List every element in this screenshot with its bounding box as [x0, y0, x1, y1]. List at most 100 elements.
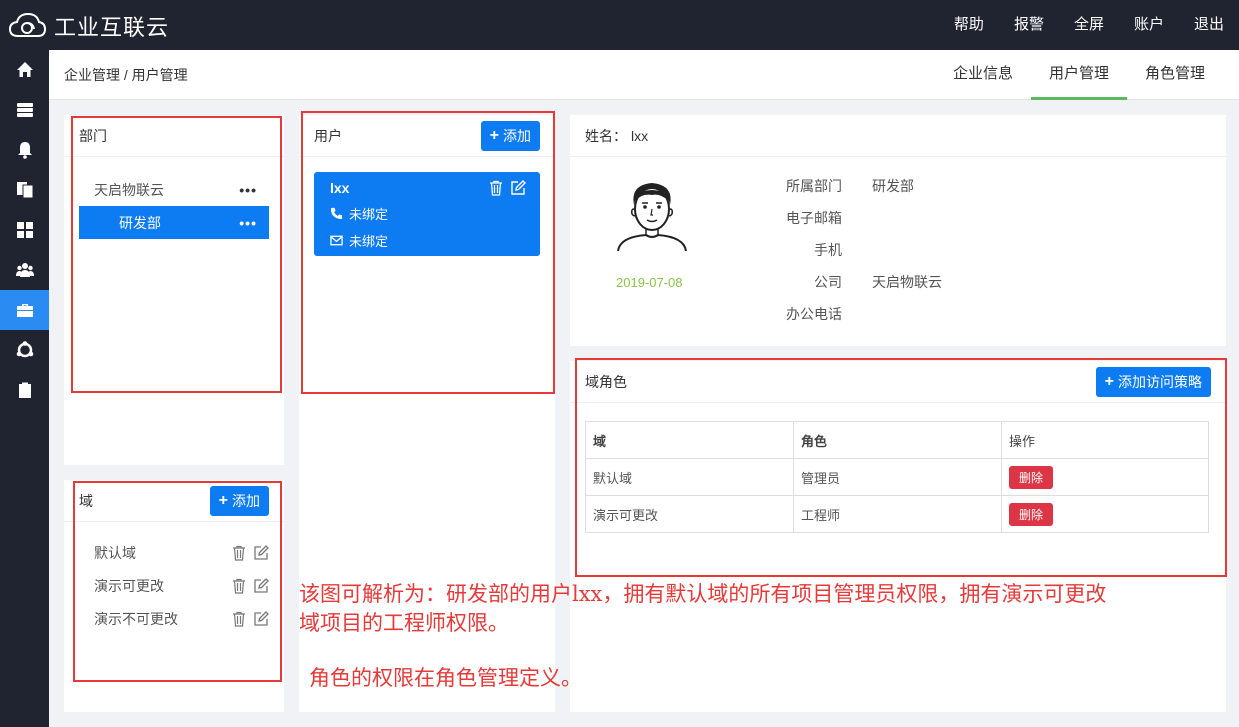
- more-icon[interactable]: •••: [239, 215, 257, 231]
- domain-item-label: 演示可更改: [94, 577, 164, 594]
- department-panel-header: 部门: [64, 115, 284, 157]
- dept-label: 所属部门: [786, 178, 842, 194]
- domain-title: 域: [79, 492, 93, 509]
- plus-icon: +: [218, 492, 228, 509]
- dept-item-rnd[interactable]: 研发部 •••: [79, 206, 269, 239]
- edit-icon[interactable]: [253, 610, 269, 627]
- domain-item-label: 默认域: [94, 544, 136, 561]
- edit-icon[interactable]: [253, 577, 269, 594]
- account-link[interactable]: 账户: [1119, 0, 1179, 50]
- col-action: 操作: [1001, 421, 1209, 459]
- sidebar-item-alarm[interactable]: [0, 130, 49, 170]
- sidebar: [0, 50, 49, 727]
- edit-icon[interactable]: [253, 544, 269, 561]
- col-role: 角色: [793, 421, 1002, 459]
- mobile-label: 手机: [814, 242, 842, 258]
- fullscreen-link[interactable]: 全屏: [1059, 0, 1119, 50]
- grid-icon: [16, 222, 33, 238]
- add-domain-label: 添加: [232, 493, 260, 509]
- plus-icon: +: [1104, 373, 1114, 390]
- tab-role-management[interactable]: 角色管理: [1127, 50, 1223, 100]
- plus-icon: +: [489, 127, 499, 144]
- trash-icon[interactable]: [231, 545, 247, 561]
- sidebar-item-enterprise[interactable]: [0, 290, 49, 330]
- dept-item-root[interactable]: 天启物联云 •••: [79, 173, 269, 206]
- envelope-icon: [330, 235, 343, 246]
- dept-item-label: 天启物联云: [94, 181, 164, 198]
- sidebar-item-tasks[interactable]: [0, 370, 49, 410]
- help-link[interactable]: 帮助: [939, 0, 999, 50]
- domain-actions: [231, 577, 269, 594]
- company-label: 公司: [814, 274, 842, 290]
- users-icon: [15, 263, 34, 277]
- email-label: 电子邮箱: [786, 210, 842, 226]
- add-access-policy-button[interactable]: + 添加访问策略: [1095, 367, 1211, 397]
- sidebar-item-documents[interactable]: [0, 170, 49, 210]
- sub-header: 企业管理 / 用户管理 企业信息 用户管理 角色管理: [49, 50, 1239, 100]
- annotation-text-line1: 该图可解析为：研发部的用户lxx，拥有默认域的所有项目管理员权限，拥有演示可更改: [299, 582, 1107, 606]
- domain-item[interactable]: 演示可更改: [64, 569, 284, 602]
- add-access-policy-label: 添加访问策略: [1118, 374, 1202, 390]
- dept-value: 研发部: [872, 178, 914, 194]
- company-value: 天启物联云: [872, 274, 942, 290]
- profile-panel-header: 姓名： lxx: [570, 115, 1226, 157]
- edit-icon[interactable]: [510, 180, 526, 196]
- department-panel: 部门 天启物联云 ••• 研发部 •••: [64, 115, 284, 465]
- clipboard-icon: [18, 382, 31, 398]
- profile-date: 2019-07-08: [616, 275, 683, 290]
- more-icon[interactable]: •••: [239, 182, 257, 198]
- domain-item-label: 演示不可更改: [94, 610, 178, 627]
- profile-panel: 姓名： lxx 2019-07-08 所属部门 研发部 电子邮箱 手机 公司 天…: [570, 115, 1226, 346]
- tab-bar: 企业信息 用户管理 角色管理: [935, 50, 1223, 100]
- sidebar-item-network[interactable]: [0, 330, 49, 370]
- row-domain: 演示可更改: [585, 495, 794, 533]
- app-logo[interactable]: 工业互联云: [8, 10, 169, 42]
- add-domain-button[interactable]: + 添加: [209, 486, 269, 516]
- tab-enterprise-info[interactable]: 企业信息: [935, 50, 1031, 100]
- bell-icon: [17, 142, 32, 159]
- logout-link[interactable]: 退出: [1179, 0, 1239, 50]
- tab-user-management[interactable]: 用户管理: [1030, 50, 1127, 100]
- trash-icon[interactable]: [231, 578, 247, 594]
- domain-panel-header: 域 + 添加: [64, 480, 284, 522]
- user-card-actions: [488, 180, 526, 196]
- briefcase-icon: [16, 304, 33, 317]
- server-icon: [16, 103, 33, 117]
- domain-item[interactable]: 演示不可更改: [64, 602, 284, 635]
- avatar: [617, 183, 687, 252]
- delete-button[interactable]: 删除: [1009, 465, 1054, 489]
- profile-name: lxx: [631, 127, 649, 144]
- delete-button[interactable]: 删除: [1009, 502, 1054, 526]
- network-icon: [16, 341, 33, 358]
- user-email-line: 未绑定: [330, 231, 524, 250]
- row-role: 管理员: [793, 458, 1002, 496]
- sidebar-item-home[interactable]: [0, 50, 49, 90]
- row-role: 工程师: [793, 495, 1002, 533]
- annotation-text-line3: 角色的权限在角色管理定义。: [309, 666, 582, 690]
- row-action-cell: 删除: [1001, 495, 1209, 533]
- add-user-button[interactable]: + 添加: [480, 121, 540, 151]
- alarm-link[interactable]: 报警: [999, 0, 1059, 50]
- phone-icon: [330, 207, 343, 220]
- department-title: 部门: [79, 127, 107, 144]
- row-action-cell: 删除: [1001, 458, 1209, 496]
- trash-icon[interactable]: [488, 180, 504, 196]
- user-card[interactable]: lxx 未绑定 未绑定: [314, 172, 540, 256]
- domain-role-panel: 域角色 + 添加访问策略 域 角色 操作 默认域 管理员 删除 演示可更改 工程师…: [570, 361, 1226, 712]
- row-domain: 默认域: [585, 458, 794, 496]
- table-row: 演示可更改 工程师 删除: [585, 495, 1209, 533]
- user-phone: 未绑定: [349, 207, 389, 222]
- dept-item-label: 研发部: [119, 214, 161, 231]
- sidebar-item-dashboard[interactable]: [0, 210, 49, 250]
- domain-item[interactable]: 默认域: [64, 536, 284, 569]
- app-title: 工业互联云: [54, 15, 170, 40]
- copy-icon: [16, 182, 33, 199]
- sidebar-item-devices[interactable]: [0, 90, 49, 130]
- trash-icon[interactable]: [231, 611, 247, 627]
- top-nav: 帮助 报警 全屏 账户 退出: [939, 0, 1239, 50]
- sidebar-item-users[interactable]: [0, 250, 49, 290]
- user-phone-line: 未绑定: [330, 204, 524, 223]
- name-label: 姓名：: [585, 127, 627, 144]
- breadcrumb: 企业管理 / 用户管理: [64, 67, 188, 83]
- home-icon: [16, 62, 33, 77]
